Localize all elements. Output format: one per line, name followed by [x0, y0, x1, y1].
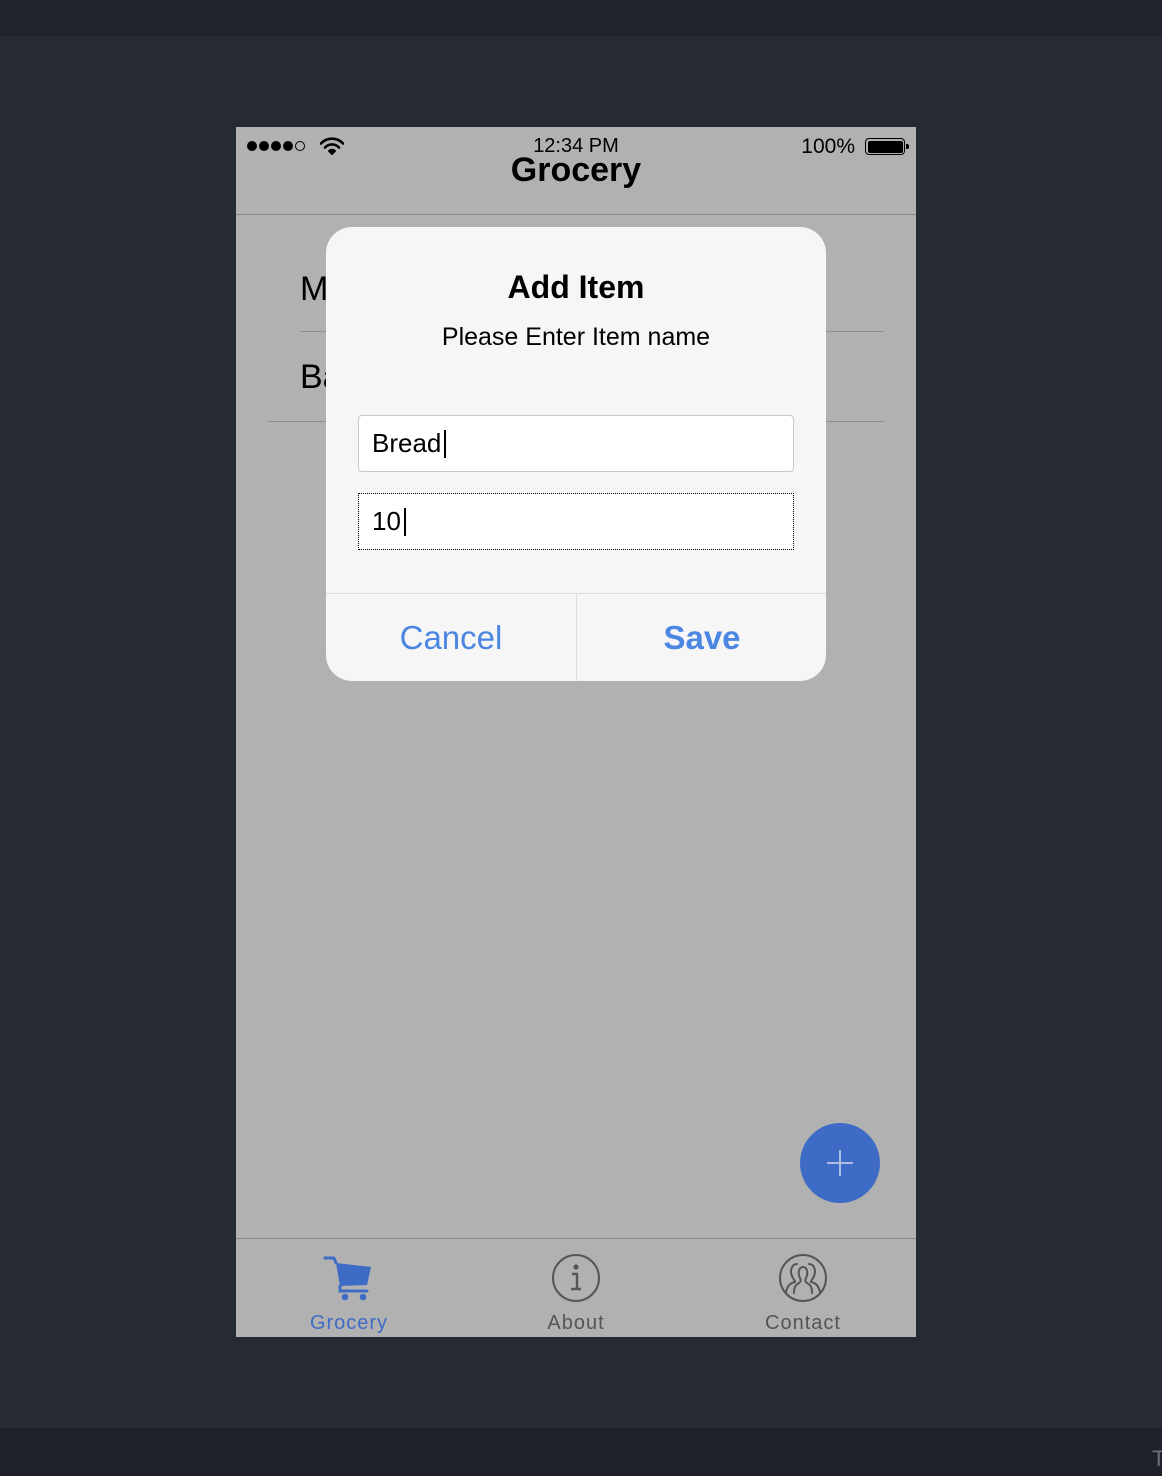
cart-icon [323, 1256, 371, 1301]
tab-about[interactable]: About [463, 1239, 689, 1337]
plus-icon [827, 1150, 853, 1176]
list-item[interactable]: M [300, 270, 328, 309]
add-item-dialog: Add Item Please Enter Item name Bread 10… [326, 227, 826, 681]
add-item-button[interactable] [800, 1123, 880, 1203]
contacts-icon [779, 1254, 827, 1302]
item-name-input[interactable]: Bread [358, 415, 794, 472]
item-quantity-value: 10 [372, 506, 401, 536]
dialog-title: Add Item [507, 269, 645, 305]
window-bottom-bar [0, 1428, 1162, 1476]
cancel-button[interactable]: Cancel [326, 594, 576, 681]
page-title: Grocery [510, 151, 642, 189]
tab-contact-label: Contact [765, 1312, 841, 1334]
tab-grocery-label: Grocery [309, 1312, 389, 1334]
tab-contact[interactable]: Contact [690, 1239, 916, 1337]
info-icon [552, 1254, 600, 1302]
window-top-bar [0, 0, 1162, 36]
nav-divider [236, 214, 916, 215]
item-name-value: Bread [372, 428, 442, 458]
item-quantity-input[interactable]: 10 [358, 493, 794, 550]
text-caret [403, 507, 406, 536]
tab-bar: Grocery About Contact [236, 1238, 916, 1337]
clipped-label: T [1152, 1446, 1162, 1471]
dialog-message: Please Enter Item name [441, 323, 711, 351]
text-caret [444, 429, 447, 458]
save-button[interactable]: Save [577, 594, 826, 681]
tab-grocery[interactable]: Grocery [236, 1239, 462, 1337]
tab-about-label: About [547, 1312, 605, 1334]
